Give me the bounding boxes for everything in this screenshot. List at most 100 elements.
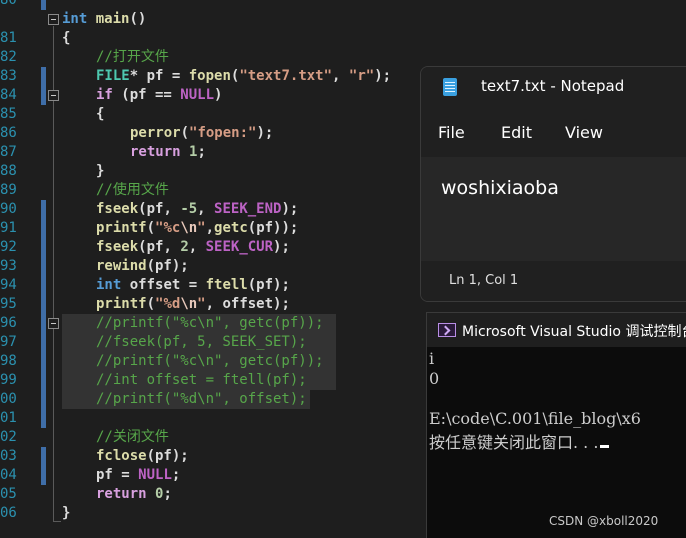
code-token: * pf =	[129, 68, 189, 84]
code-token: );	[281, 201, 299, 217]
line-number: 00	[0, 391, 17, 407]
code-comment[interactable]: //关闭文件	[96, 428, 169, 447]
change-marker	[41, 200, 46, 314]
code-token: pf =	[96, 467, 139, 483]
code-text[interactable]: rewind(pf);	[96, 257, 189, 276]
code-text[interactable]: printf("%c\n",getc(pf));	[96, 219, 298, 238]
console-line-prompt: 按任意键关闭此窗口. . .	[429, 429, 610, 453]
macro-name: NULL	[138, 467, 172, 483]
comment-text: //int offset = ftell(pf);	[96, 372, 307, 388]
code-text[interactable]: return 0;	[96, 485, 172, 504]
notepad-window[interactable]: text7.txt - Notepad File Edit View woshi…	[420, 66, 686, 302]
code-text[interactable]: printf("%d\n", offset);	[96, 295, 290, 314]
code-token: );	[374, 68, 392, 84]
number-literal: 2	[180, 239, 189, 255]
macro-name: SEEK_CUR	[205, 239, 274, 255]
line-number: 89	[0, 182, 17, 198]
code-text[interactable]: FILE* pf = fopen("text7.txt", "r");	[96, 67, 391, 86]
code-text[interactable]: {	[62, 29, 70, 48]
line-number: 06	[0, 505, 17, 521]
line-number: 87	[0, 144, 17, 160]
code-token: (pf ==	[112, 87, 181, 103]
code-token: (pf);	[247, 277, 290, 293]
code-text[interactable]: {	[96, 105, 104, 124]
code-token: );	[256, 125, 274, 141]
line-number: 88	[0, 163, 17, 179]
code-token: (	[146, 220, 156, 236]
debug-console-window[interactable]: Microsoft Visual Studio 调试控制台 i 0 E:\cod…	[426, 312, 686, 538]
change-marker	[41, 0, 46, 10]
code-token: ,	[188, 239, 206, 255]
keyword: return	[130, 144, 181, 160]
string-literal: "	[197, 220, 206, 236]
notepad-icon	[443, 78, 457, 96]
code-token: ;	[163, 486, 172, 502]
fold-toggle-icon[interactable]	[48, 14, 59, 25]
console-line: 0	[429, 369, 440, 388]
line-number: 97	[0, 334, 17, 350]
comment-text: //printf("%d\n", offset);	[96, 391, 307, 407]
code-token: (pf));	[247, 220, 299, 236]
line-number: 98	[0, 353, 17, 369]
code-comment[interactable]: //fseek(pf, 5, SEEK_SET);	[96, 333, 307, 352]
code-token: (pf);	[146, 448, 189, 464]
macro-name: SEEK_END	[214, 201, 282, 217]
code-text[interactable]: pf = NULL;	[96, 466, 180, 485]
menu-view[interactable]: View	[565, 123, 603, 142]
line-number: 99	[0, 372, 17, 388]
code-comment[interactable]: //打开文件	[96, 48, 169, 67]
code-text[interactable]: }	[62, 504, 70, 523]
notepad-titlebar[interactable]: text7.txt - Notepad	[421, 67, 686, 107]
function-name: fopen	[188, 68, 231, 84]
line-number: 91	[0, 220, 17, 236]
comment-text: //printf("%c\n", getc(pf));	[96, 315, 324, 331]
code-text[interactable]: int offset = ftell(pf);	[96, 276, 290, 295]
code-text[interactable]: fseek(pf, 2, SEEK_CUR);	[96, 238, 290, 257]
line-number: 90	[0, 201, 17, 217]
code-comment[interactable]: //int offset = ftell(pf);	[96, 371, 307, 390]
line-number: 03	[0, 448, 17, 464]
comment-text: //使用文件	[96, 182, 169, 198]
code-token: }	[96, 163, 105, 179]
code-text[interactable]: fclose(pf);	[96, 447, 189, 466]
code-token: (	[146, 296, 156, 312]
code-token: ,	[197, 201, 215, 217]
menu-edit[interactable]: Edit	[501, 123, 532, 142]
code-comment[interactable]: //printf("%d\n", offset);	[96, 390, 307, 409]
comment-text: //fseek(pf, 5, SEEK_SET);	[96, 334, 307, 350]
line-number: 81	[0, 30, 17, 46]
code-text[interactable]: }	[96, 162, 104, 181]
function-name: perror	[130, 125, 181, 141]
change-marker	[41, 314, 46, 428]
code-text[interactable]: return 1;	[130, 143, 206, 162]
code-comment[interactable]: //使用文件	[96, 181, 169, 200]
change-marker	[41, 67, 46, 105]
type-name: FILE	[96, 68, 130, 84]
function-name: main	[87, 11, 130, 27]
code-text[interactable]: int main()	[62, 10, 146, 29]
code-text[interactable]: perror("fopen:");	[130, 124, 273, 143]
code-text[interactable]: fseek(pf, -5, SEEK_END);	[96, 200, 298, 219]
comment-text: //打开文件	[96, 49, 169, 65]
fold-toggle-icon[interactable]	[48, 318, 59, 329]
string-literal: "	[197, 296, 206, 312]
code-token: (pf,	[138, 239, 181, 255]
code-token: (pf);	[146, 258, 189, 274]
code-text[interactable]: if (pf == NULL)	[96, 86, 222, 105]
code-comment[interactable]: //printf("%c\n", getc(pf));	[96, 314, 324, 333]
menu-file[interactable]: File	[438, 123, 465, 142]
code-comment[interactable]: //printf("%c\n", getc(pf));	[96, 352, 324, 371]
string-literal: "%c	[155, 220, 181, 236]
line-number: 94	[0, 277, 17, 293]
console-titlebar[interactable]: Microsoft Visual Studio 调试控制台	[427, 313, 686, 347]
code-token: );	[273, 239, 290, 255]
line-number: 01	[0, 410, 17, 426]
line-number: 95	[0, 296, 17, 312]
fold-toggle-icon[interactable]	[48, 90, 59, 101]
change-marker	[41, 447, 46, 485]
string-literal: "r"	[348, 68, 375, 84]
function-name: fseek	[96, 201, 139, 217]
function-name: printf	[96, 220, 147, 236]
text-area[interactable]: woshixiaoba	[421, 157, 686, 261]
console-line: 按任意键关闭此窗口. . .	[429, 433, 599, 452]
